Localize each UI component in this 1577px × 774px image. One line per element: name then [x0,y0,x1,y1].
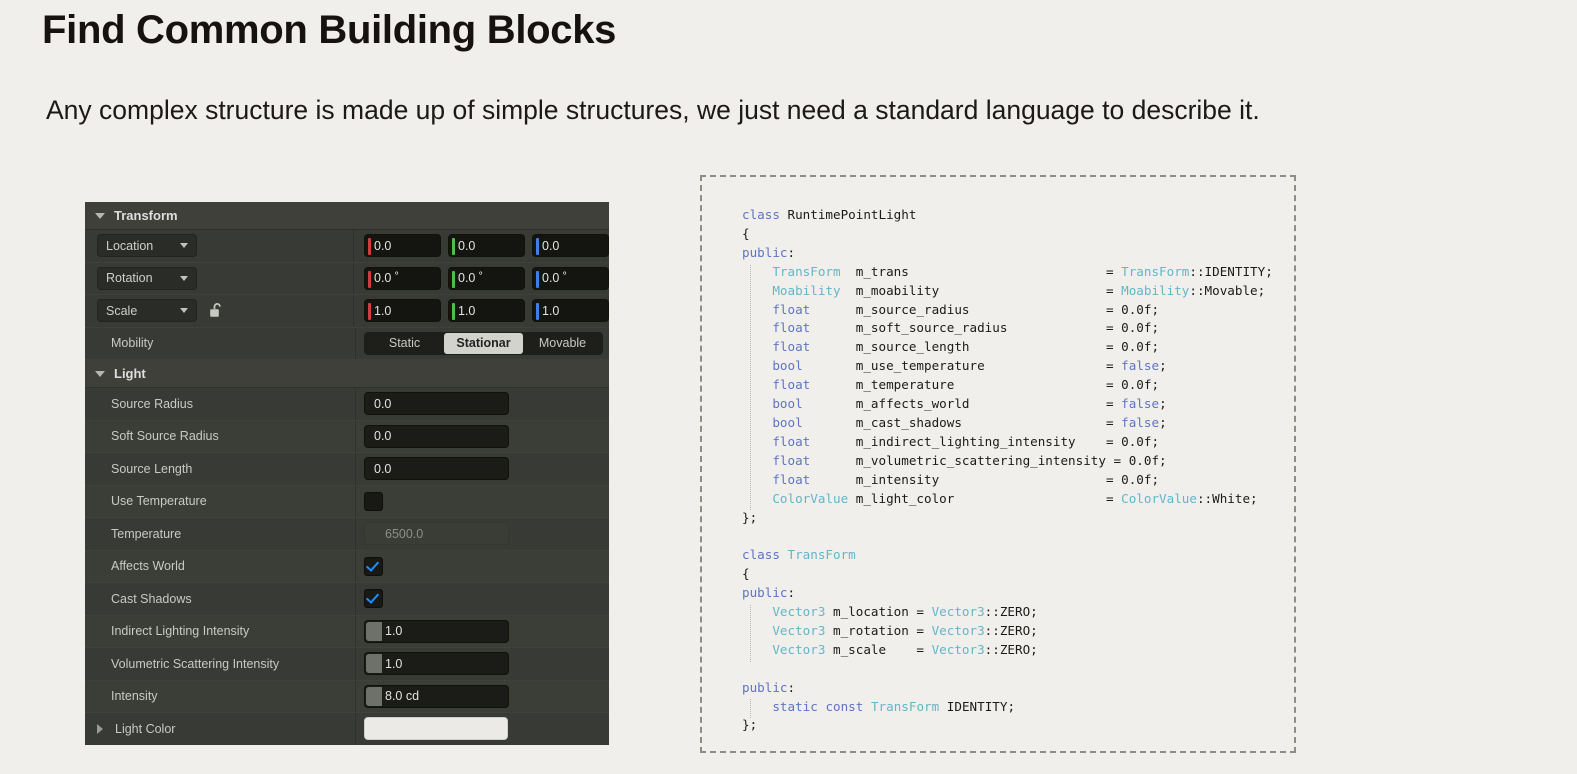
scale-x-input[interactable]: 1.0 [364,299,441,323]
chevron-down-icon [180,243,188,249]
page-subtitle: Any complex structure is made up of simp… [46,95,1260,125]
temperature-input: 6500.0 [364,522,509,546]
table-row: Location 0.0 0.0 0.0 [85,230,609,263]
temperature-label: Temperature [111,526,182,541]
indirect-lighting-intensity-input[interactable]: 1.0 [364,619,509,643]
mobility-label: Mobility [111,336,154,351]
location-y-input[interactable]: 0.0 [448,234,525,258]
rotation-z-input[interactable]: 0.0 ˚ [532,266,609,290]
table-row: Temperature 6500.0 [85,518,609,551]
axis-color-y [452,303,455,321]
indent-guide [750,699,751,719]
axis-color-x [368,303,371,321]
scale-y-input[interactable]: 1.0 [448,299,525,323]
axis-color-z [536,238,539,256]
dropdown-label: Location [106,238,154,253]
rotation-dropdown[interactable]: Rotation [97,266,197,290]
table-row: Source Radius 0.0 [85,388,609,421]
table-row: Affects World [85,550,609,583]
section-transform: Transform Location 0.0 0.0 0.0 Rotation … [85,202,609,360]
table-row: Volumetric Scattering Intensity 1.0 [85,648,609,681]
section-light: Light Source Radius 0.0 Soft Source Radi… [85,360,609,745]
location-x-input[interactable]: 0.0 [364,234,441,258]
indirect-lighting-intensity-label: Indirect Lighting Intensity [111,624,250,639]
rotation-y-input[interactable]: 0.0 ˚ [448,266,525,290]
table-row: Use Temperature [85,485,609,518]
dropdown-label: Scale [106,303,138,318]
cast-shadows-label: Cast Shadows [111,591,192,606]
source-length-input[interactable]: 0.0 [364,457,509,481]
chevron-down-icon [180,308,188,314]
intensity-input[interactable]: 8.0 cd [364,684,509,708]
rotation-x-input[interactable]: 0.0 ˚ [364,266,441,290]
mobility-segmented-control: Static Stationar Movable [364,331,603,355]
source-length-label: Source Length [111,461,193,476]
chevron-down-icon [180,275,188,281]
table-row: Intensity 8.0 cd [85,680,609,713]
section-title: Transform [114,208,178,223]
affects-world-label: Affects World [111,559,185,574]
table-row: Indirect Lighting Intensity 1.0 [85,615,609,648]
soft-source-radius-label: Soft Source Radius [111,429,219,444]
axis-color-y [452,270,455,288]
page-title: Find Common Building Blocks [42,8,617,52]
table-row: Cast Shadows [85,583,609,616]
table-row: Scale 1.0 1.0 1.0 [85,295,609,328]
axis-color-y [452,238,455,256]
mobility-option-movable[interactable]: Movable [523,333,602,354]
affects-world-checkbox[interactable] [364,556,383,576]
table-row: Mobility Static Stationar Movable [85,327,609,360]
code-block: class RuntimePointLight{public: TransFor… [742,207,1273,733]
scale-dropdown[interactable]: Scale [97,299,197,323]
volumetric-scattering-intensity-label: Volumetric Scattering Intensity [111,656,280,671]
indent-guide [750,264,751,511]
axis-color-z [536,270,539,288]
chevron-down-icon [95,212,105,219]
cast-shadows-checkbox[interactable] [364,589,383,609]
volumetric-scattering-intensity-input[interactable]: 1.0 [364,652,509,676]
source-radius-label: Source Radius [111,396,193,411]
dropdown-label: Rotation [106,271,153,286]
chevron-right-icon[interactable] [97,723,103,734]
light-color-swatch[interactable] [364,717,508,741]
unlocked-padlock-icon[interactable] [209,302,224,319]
axis-color-x [368,270,371,288]
location-dropdown[interactable]: Location [97,234,197,258]
section-title: Light [114,366,146,381]
source-radius-input[interactable]: 0.0 [364,392,509,416]
location-z-input[interactable]: 0.0 [532,234,609,258]
table-row: Rotation 0.0 ˚ 0.0 ˚ 0.0 ˚ [85,262,609,295]
intensity-label: Intensity [111,689,158,704]
table-row: Source Length 0.0 [85,453,609,486]
axis-color-x [368,238,371,256]
section-header-transform[interactable]: Transform [85,202,609,230]
axis-color-z [536,303,539,321]
mobility-option-stationary[interactable]: Stationar [444,332,523,354]
section-header-light[interactable]: Light [85,360,609,388]
use-temperature-label: Use Temperature [111,494,207,509]
table-row: Soft Source Radius 0.0 [85,420,609,453]
light-color-label: Light Color [115,721,176,736]
table-row: Light Color [85,713,609,745]
scale-z-input[interactable]: 1.0 [532,299,609,323]
soft-source-radius-input[interactable]: 0.0 [364,424,509,448]
mobility-option-static[interactable]: Static [365,333,444,354]
use-temperature-checkbox[interactable] [364,491,383,511]
chevron-down-icon [95,370,105,377]
indent-guide [750,604,751,662]
details-panel: Transform Location 0.0 0.0 0.0 Rotation … [85,202,609,745]
